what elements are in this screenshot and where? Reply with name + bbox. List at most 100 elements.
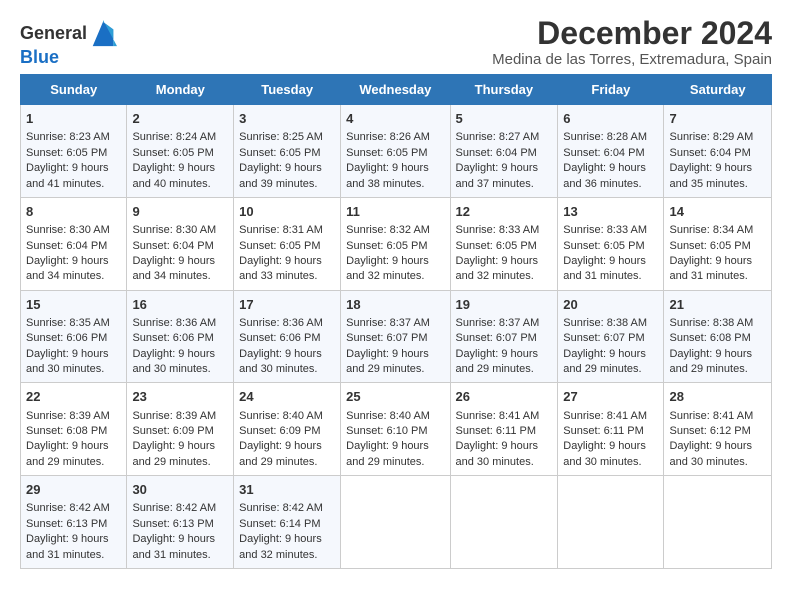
day-info-line: and 32 minutes. <box>456 269 553 284</box>
day-info-line: Sunrise: 8:36 AM <box>132 316 228 331</box>
calendar-cell: 20 Sunrise: 8:38 AMSunset: 6:07 PMDayligh… <box>558 290 664 383</box>
day-info-line: Sunrise: 8:41 AM <box>669 409 766 424</box>
day-number: 18 <box>346 296 444 314</box>
day-number: 17 <box>239 296 335 314</box>
page-header: General Blue December 2024 Medina de las… <box>20 16 772 68</box>
calendar-cell: 28Sunrise: 8:41 AMSunset: 6:12 PMDayligh… <box>664 383 772 476</box>
day-number: 23 <box>132 388 228 406</box>
day-info-line: and 29 minutes. <box>456 362 553 377</box>
day-number: 15 <box>26 296 121 314</box>
day-info-line: Sunrise: 8:39 AM <box>132 409 228 424</box>
day-info-line: Daylight: 9 hours <box>26 254 121 269</box>
day-info-line: Sunrise: 8:27 AM <box>456 130 553 145</box>
calendar-cell: 14Sunrise: 8:34 AMSunset: 6:05 PMDayligh… <box>664 197 772 290</box>
day-info-line: Sunset: 6:13 PM <box>26 517 121 532</box>
day-number: 8 <box>26 203 121 221</box>
day-number: 5 <box>456 110 553 128</box>
day-info-line: Sunset: 6:11 PM <box>456 424 553 439</box>
day-info-line: Sunset: 6:09 PM <box>239 424 335 439</box>
day-info-line: and 30 minutes. <box>563 455 658 470</box>
calendar-day-header: Tuesday <box>234 75 341 105</box>
day-info-line: Sunset: 6:11 PM <box>563 424 658 439</box>
day-info-line: Sunset: 6:05 PM <box>669 239 766 254</box>
day-info-line: Daylight: 9 hours <box>563 347 658 362</box>
day-info-line: Daylight: 9 hours <box>132 347 228 362</box>
day-info-line: Daylight: 9 hours <box>346 347 444 362</box>
day-info-line: Sunset: 6:05 PM <box>346 239 444 254</box>
day-info-line: Sunset: 6:14 PM <box>239 517 335 532</box>
day-info-line: Sunrise: 8:25 AM <box>239 130 335 145</box>
calendar-cell: 31Sunrise: 8:42 AMSunset: 6:14 PMDayligh… <box>234 476 341 569</box>
calendar-cell: 30Sunrise: 8:42 AMSunset: 6:13 PMDayligh… <box>127 476 234 569</box>
calendar-cell: 29Sunrise: 8:42 AMSunset: 6:13 PMDayligh… <box>21 476 127 569</box>
calendar-day-header: Sunday <box>21 75 127 105</box>
day-info-line: Sunset: 6:04 PM <box>456 146 553 161</box>
day-info-line: Daylight: 9 hours <box>563 439 658 454</box>
day-info-line: and 33 minutes. <box>239 269 335 284</box>
day-info-line: Daylight: 9 hours <box>346 161 444 176</box>
calendar-cell: 13Sunrise: 8:33 AMSunset: 6:05 PMDayligh… <box>558 197 664 290</box>
logo-general: General <box>20 24 87 44</box>
day-number: 19 <box>456 296 553 314</box>
day-info-line: and 31 minutes. <box>669 269 766 284</box>
day-info-line: Sunrise: 8:29 AM <box>669 130 766 145</box>
calendar-cell: 16 Sunrise: 8:36 AMSunset: 6:06 PMDayligh… <box>127 290 234 383</box>
day-info-line: and 34 minutes. <box>132 269 228 284</box>
day-info-line: Sunset: 6:05 PM <box>456 239 553 254</box>
day-info-line: Daylight: 9 hours <box>239 254 335 269</box>
calendar-cell <box>341 476 450 569</box>
day-info-line: Sunrise: 8:33 AM <box>563 223 658 238</box>
day-info-line: Sunset: 6:06 PM <box>132 331 228 346</box>
day-info-line: Sunset: 6:04 PM <box>669 146 766 161</box>
day-info-line: Daylight: 9 hours <box>239 161 335 176</box>
calendar-cell: 5Sunrise: 8:27 AMSunset: 6:04 PMDaylight… <box>450 105 558 198</box>
day-info-line: Sunset: 6:07 PM <box>563 331 658 346</box>
day-info-line: Daylight: 9 hours <box>132 439 228 454</box>
page-subtitle: Medina de las Torres, Extremadura, Spain <box>492 51 772 68</box>
day-info-line: Sunset: 6:08 PM <box>669 331 766 346</box>
calendar-cell: 6Sunrise: 8:28 AMSunset: 6:04 PMDaylight… <box>558 105 664 198</box>
calendar-cell: 25Sunrise: 8:40 AMSunset: 6:10 PMDayligh… <box>341 383 450 476</box>
day-number: 2 <box>132 110 228 128</box>
day-number: 1 <box>26 110 121 128</box>
logo: General Blue <box>20 20 117 68</box>
calendar-cell: 17Sunrise: 8:36 AMSunset: 6:06 PMDayligh… <box>234 290 341 383</box>
calendar-cell <box>558 476 664 569</box>
day-info-line: and 29 minutes. <box>563 362 658 377</box>
day-number: 24 <box>239 388 335 406</box>
calendar-cell: 12Sunrise: 8:33 AMSunset: 6:05 PMDayligh… <box>450 197 558 290</box>
day-info-line: Daylight: 9 hours <box>26 532 121 547</box>
day-info-line: Daylight: 9 hours <box>132 532 228 547</box>
day-info-line: Sunrise: 8:30 AM <box>132 223 228 238</box>
day-info-line: Sunset: 6:06 PM <box>26 331 121 346</box>
day-number: 26 <box>456 388 553 406</box>
calendar-week-row: 1Sunrise: 8:23 AMSunset: 6:05 PMDaylight… <box>21 105 772 198</box>
calendar-week-row: 22Sunrise: 8:39 AMSunset: 6:08 PMDayligh… <box>21 383 772 476</box>
day-info-line: Sunrise: 8:40 AM <box>346 409 444 424</box>
calendar-cell <box>664 476 772 569</box>
day-info-line: and 40 minutes. <box>132 177 228 192</box>
day-info-line: and 32 minutes. <box>346 269 444 284</box>
day-info-line: Sunrise: 8:41 AM <box>456 409 553 424</box>
day-number: 28 <box>669 388 766 406</box>
day-number: 13 <box>563 203 658 221</box>
calendar-cell: 15Sunrise: 8:35 AMSunset: 6:06 PMDayligh… <box>21 290 127 383</box>
day-number: 16 <box>132 296 228 314</box>
day-number: 20 <box>563 296 658 314</box>
calendar-day-header: Wednesday <box>341 75 450 105</box>
calendar-week-row: 15Sunrise: 8:35 AMSunset: 6:06 PMDayligh… <box>21 290 772 383</box>
calendar-cell: 21Sunrise: 8:38 AMSunset: 6:08 PMDayligh… <box>664 290 772 383</box>
day-info-line: Daylight: 9 hours <box>239 347 335 362</box>
day-info-line: Daylight: 9 hours <box>239 439 335 454</box>
day-info-line: and 31 minutes. <box>26 548 121 563</box>
day-info-line: Daylight: 9 hours <box>563 254 658 269</box>
day-info-line: and 38 minutes. <box>346 177 444 192</box>
day-info-line: Sunrise: 8:36 AM <box>239 316 335 331</box>
day-number: 30 <box>132 481 228 499</box>
day-info-line: Sunrise: 8:38 AM <box>563 316 658 331</box>
logo-blue: Blue <box>20 47 59 67</box>
calendar-cell: 26Sunrise: 8:41 AMSunset: 6:11 PMDayligh… <box>450 383 558 476</box>
day-info-line: Sunrise: 8:35 AM <box>26 316 121 331</box>
day-info-line: Sunrise: 8:38 AM <box>669 316 766 331</box>
day-info-line: Sunrise: 8:41 AM <box>563 409 658 424</box>
